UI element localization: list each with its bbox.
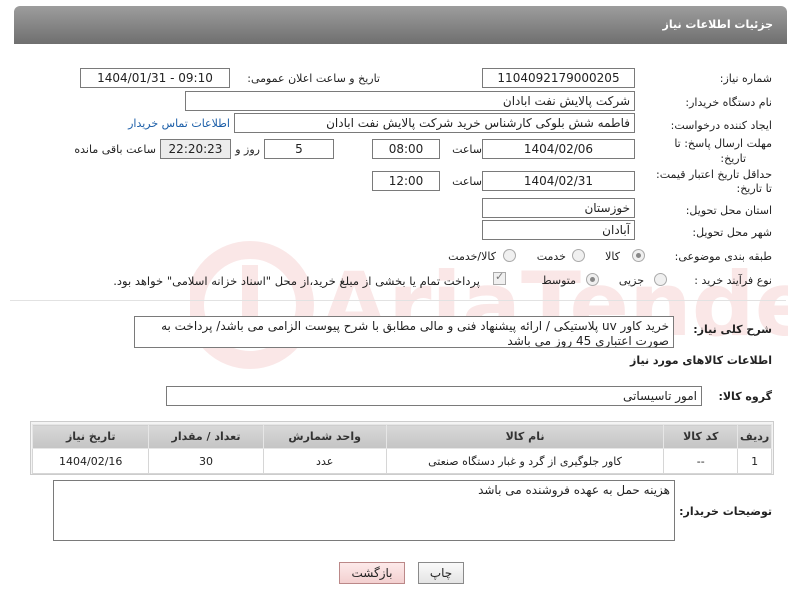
validity-time-field: 12:00: [372, 171, 440, 191]
payment-note: پرداخت تمام یا بخشی از مبلغ خرید،از محل …: [113, 274, 480, 288]
remaining-time-field: 22:20:23: [160, 139, 231, 159]
treasury-payment-checkbox[interactable]: [493, 270, 506, 285]
cell-code: --: [663, 448, 739, 474]
validity-label-1: حداقل تاریخ اعتبار قیمت:: [656, 168, 772, 181]
category-radio-service[interactable]: [572, 249, 585, 262]
cell-name: کاور جلوگیری از گرد و غبار دستگاه صنعتی: [385, 448, 665, 474]
category-label: طبقه بندی موضوعی:: [674, 250, 772, 263]
process-label: نوع فرآیند خرید :: [694, 274, 772, 287]
separator: [10, 300, 786, 301]
buyer-org-label: نام دستگاه خریدار:: [685, 96, 772, 109]
creator-field: فاطمه شش بلوکی کارشناس خرید شرکت پالایش …: [234, 113, 635, 133]
deadline-time-field: 08:00: [372, 139, 440, 159]
items-table: ردیف کد کالا نام کالا واحد شمارش تعداد /…: [31, 424, 772, 474]
remaining-time-label: ساعت باقی مانده: [74, 143, 156, 156]
buyer-notes-textarea[interactable]: هزینه حمل به عهده فروشنده می باشد: [53, 480, 675, 541]
category-option-service: خدمت: [536, 250, 566, 263]
col-header-unit: واحد شمارش: [262, 424, 387, 449]
days-label: روز و: [235, 143, 260, 156]
deadline-label-1: مهلت ارسال پاسخ: تا: [674, 137, 772, 150]
validity-date-field: 1404/02/31: [482, 171, 635, 191]
need-number-field: 1104092179000205: [482, 68, 635, 88]
goods-group-field: امور تاسیساتی: [166, 386, 702, 406]
cell-unit: عدد: [262, 448, 387, 474]
category-option-goods: کالا: [605, 250, 620, 263]
cell-row: 1: [737, 448, 772, 474]
process-radio-medium[interactable]: [586, 273, 599, 286]
deadline-date-field: 1404/02/06: [482, 139, 635, 159]
province-field: خوزستان: [482, 198, 635, 218]
days-field: 5: [264, 139, 334, 159]
city-label: شهر محل تحویل:: [692, 226, 772, 239]
validity-label-2: تا تاریخ:: [736, 182, 772, 195]
col-header-code: کد کالا: [663, 424, 739, 449]
category-option-goods-service: کالا/خدمت: [448, 250, 496, 263]
goods-info-title: اطلاعات کالاهای مورد نیاز: [630, 354, 772, 367]
col-header-name: نام کالا: [385, 424, 665, 449]
process-option-minor: جزیی: [618, 274, 644, 287]
cell-date: 1404/02/16: [31, 448, 150, 474]
page-title: جزئیات اطلاعات نیاز: [662, 18, 774, 31]
back-button[interactable]: بازگشت: [339, 562, 405, 584]
description-label: شرح کلی نیاز:: [693, 323, 772, 336]
col-header-qty: تعداد / مقدار: [148, 424, 264, 449]
process-radio-minor[interactable]: [654, 273, 667, 286]
page-header: جزئیات اطلاعات نیاز: [14, 6, 787, 44]
col-header-date: تاریخ نیاز: [31, 424, 150, 449]
category-radio-goods-service[interactable]: [503, 249, 516, 262]
validity-time-label: ساعت: [452, 175, 482, 188]
contact-info-link[interactable]: اطلاعات تماس خریدار: [128, 117, 230, 130]
cell-qty: 30: [148, 448, 264, 474]
province-label: استان محل تحویل:: [685, 204, 772, 217]
announce-field: 1404/01/31 - 09:10: [80, 68, 230, 88]
announce-label: تاریخ و ساعت اعلان عمومی:: [247, 72, 380, 85]
buyer-org-field: شرکت پالایش نفت ابادان: [185, 91, 635, 111]
goods-group-label: گروه کالا:: [718, 390, 772, 403]
creator-label: ایجاد کننده درخواست:: [670, 119, 772, 132]
deadline-label-2: تاریخ:: [720, 152, 746, 165]
need-number-label: شماره نیاز:: [719, 72, 772, 85]
process-option-medium: متوسط: [541, 274, 576, 287]
print-button[interactable]: چاپ: [418, 562, 464, 584]
buyer-notes-label: توضیحات خریدار:: [679, 505, 772, 518]
description-textarea[interactable]: خرید کاور uv پلاستیکی / ارائه پیشنهاد فن…: [134, 316, 674, 348]
category-radio-goods[interactable]: [632, 249, 645, 262]
table-row: 1 -- کاور جلوگیری از گرد و غبار دستگاه ص…: [31, 448, 772, 474]
city-field: آبادان: [482, 220, 635, 240]
deadline-time-label: ساعت: [452, 143, 482, 156]
col-header-row: ردیف: [737, 424, 772, 449]
